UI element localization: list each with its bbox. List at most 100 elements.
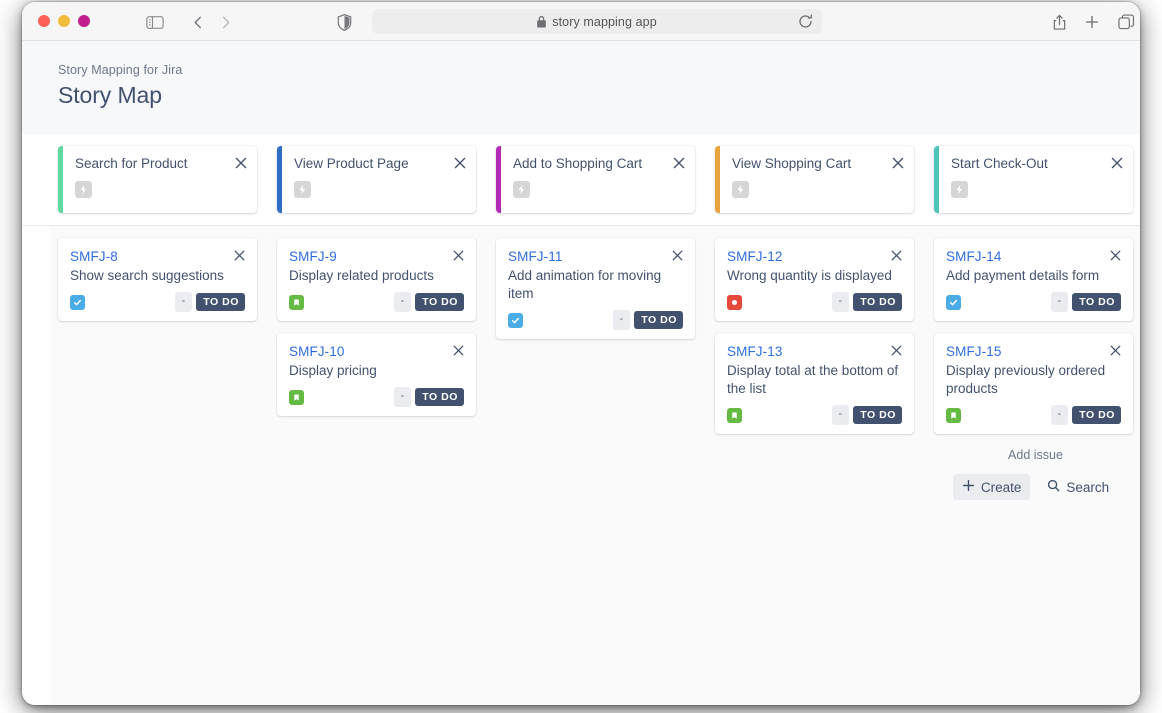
epic-color-bar xyxy=(934,146,939,213)
story-footer: -TO DO xyxy=(508,310,683,330)
address-bar-content: story mapping app xyxy=(537,15,657,29)
epic-card[interactable]: View Shopping Cart xyxy=(715,146,914,213)
address-bar[interactable]: story mapping app xyxy=(372,9,822,34)
epic-card[interactable]: Add to Shopping Cart xyxy=(496,146,695,213)
status-badge[interactable]: TO DO xyxy=(1072,406,1121,425)
story-card[interactable]: SMFJ-14Add payment details form-TO DO xyxy=(934,238,1133,321)
story-close-button[interactable] xyxy=(1109,344,1122,357)
epic-body: View Product Page xyxy=(277,146,476,198)
priority-badge: - xyxy=(1051,405,1069,425)
priority-badge: - xyxy=(175,292,193,312)
epic-cell: View Product Page xyxy=(277,146,496,213)
epic-card[interactable]: Search for Product xyxy=(58,146,257,213)
priority-badge: - xyxy=(394,387,412,407)
issue-type-story-icon xyxy=(289,295,304,310)
epic-card[interactable]: View Product Page xyxy=(277,146,476,213)
epic-close-button[interactable] xyxy=(891,156,905,170)
search-issue-label: Search xyxy=(1066,480,1109,495)
status-badge[interactable]: TO DO xyxy=(853,293,902,312)
issue-type-bug-icon xyxy=(727,295,742,310)
maximize-window-button[interactable] xyxy=(78,15,90,27)
story-close-button[interactable] xyxy=(233,249,246,262)
close-window-button[interactable] xyxy=(38,15,50,27)
epic-color-bar xyxy=(715,146,720,213)
story-summary: Add payment details form xyxy=(946,267,1121,285)
privacy-shield-icon[interactable] xyxy=(333,11,355,33)
lock-icon xyxy=(537,16,546,28)
epic-cell: Add to Shopping Cart xyxy=(496,146,715,213)
status-badge[interactable]: TO DO xyxy=(1072,293,1121,312)
story-column: SMFJ-9Display related products-TO DOSMFJ… xyxy=(269,226,488,705)
story-issue-key[interactable]: SMFJ-12 xyxy=(727,249,902,264)
story-card[interactable]: SMFJ-11 Add animation for moving item -TO … xyxy=(496,238,695,339)
story-issue-key[interactable]: SMFJ-11 xyxy=(508,249,683,264)
epic-card[interactable]: Start Check-Out xyxy=(934,146,1133,213)
epic-title: View Shopping Cart xyxy=(732,156,904,172)
epic-title: View Product Page xyxy=(294,156,466,172)
traffic-lights xyxy=(38,15,90,27)
story-card[interactable]: SMFJ-10 Display pricing -TO DO xyxy=(277,333,476,416)
share-icon[interactable] xyxy=(1048,11,1070,33)
story-close-button[interactable] xyxy=(1109,249,1122,262)
story-issue-key[interactable]: SMFJ-8 xyxy=(70,249,245,264)
create-issue-button[interactable]: Create xyxy=(953,474,1031,500)
status-badge[interactable]: TO DO xyxy=(196,293,245,312)
story-issue-key[interactable]: SMFJ-14 xyxy=(946,249,1121,264)
status-badge[interactable]: TO DO xyxy=(415,388,464,407)
epic-title: Start Check-Out xyxy=(951,156,1123,172)
epic-close-button[interactable] xyxy=(234,156,248,170)
epic-bolt-icon xyxy=(732,181,749,198)
priority-badge: - xyxy=(394,292,412,312)
epic-close-button[interactable] xyxy=(453,156,467,170)
story-badges: -TO DO xyxy=(613,310,683,330)
story-close-button[interactable] xyxy=(890,249,903,262)
story-footer: -TO DO xyxy=(727,292,902,312)
story-close-button[interactable] xyxy=(890,344,903,357)
add-issue-actions: Create Search xyxy=(934,474,1137,500)
story-card[interactable]: SMFJ-13Display total at the bottom of th… xyxy=(715,333,914,434)
priority-badge: - xyxy=(832,405,850,425)
story-summary: Display related products xyxy=(289,267,464,285)
story-close-button[interactable] xyxy=(671,249,684,262)
plus-icon xyxy=(962,479,975,495)
story-close-button[interactable] xyxy=(452,249,465,262)
new-tab-plus-icon[interactable] xyxy=(1081,11,1103,33)
status-badge[interactable]: TO DO xyxy=(415,293,464,312)
story-summary: Show search suggestions xyxy=(70,267,245,285)
epic-close-button[interactable] xyxy=(1110,156,1124,170)
sidebar-toggle-icon[interactable] xyxy=(144,11,166,33)
story-summary: Display pricing xyxy=(289,362,464,380)
story-card[interactable]: SMFJ-12 Wrong quantity is displayed -TO DO xyxy=(715,238,914,321)
story-issue-key[interactable]: SMFJ-9 xyxy=(289,249,464,264)
epic-bolt-icon xyxy=(75,181,92,198)
story-badges: -TO DO xyxy=(175,292,245,312)
status-badge[interactable]: TO DO xyxy=(634,311,683,330)
story-card[interactable]: SMFJ-9 Display related products -TO DO xyxy=(277,238,476,321)
search-icon xyxy=(1047,479,1060,495)
page-title: Story Map xyxy=(58,82,1140,109)
minimize-window-button[interactable] xyxy=(58,15,70,27)
story-summary: Wrong quantity is displayed xyxy=(727,267,902,285)
address-bar-text: story mapping app xyxy=(552,15,657,29)
story-summary: Add animation for moving item xyxy=(508,267,683,303)
story-card[interactable]: SMFJ-8 Show search suggestions -TO DO xyxy=(58,238,257,321)
priority-badge: - xyxy=(832,292,850,312)
story-badges: -TO DO xyxy=(394,387,464,407)
epic-bolt-icon xyxy=(513,181,530,198)
back-chevron-icon[interactable] xyxy=(187,11,209,33)
story-issue-key[interactable]: SMFJ-10 xyxy=(289,344,464,359)
story-issue-key[interactable]: SMFJ-15 xyxy=(946,344,1121,359)
story-close-button[interactable] xyxy=(452,344,465,357)
search-issue-button[interactable]: Search xyxy=(1038,474,1118,500)
epic-close-button[interactable] xyxy=(672,156,686,170)
story-footer: -TO DO xyxy=(70,292,245,312)
story-issue-key[interactable]: SMFJ-13 xyxy=(727,344,902,359)
story-card[interactable]: SMFJ-15Display previously ordered produc… xyxy=(934,333,1133,434)
tab-overview-icon[interactable] xyxy=(1115,11,1137,33)
story-badges: -TO DO xyxy=(1051,405,1121,425)
epic-track: Search for Product View Product Page Add t… xyxy=(22,146,1140,213)
reload-icon[interactable] xyxy=(798,14,813,29)
priority-badge: - xyxy=(613,310,631,330)
forward-chevron-icon[interactable] xyxy=(214,11,236,33)
status-badge[interactable]: TO DO xyxy=(853,406,902,425)
